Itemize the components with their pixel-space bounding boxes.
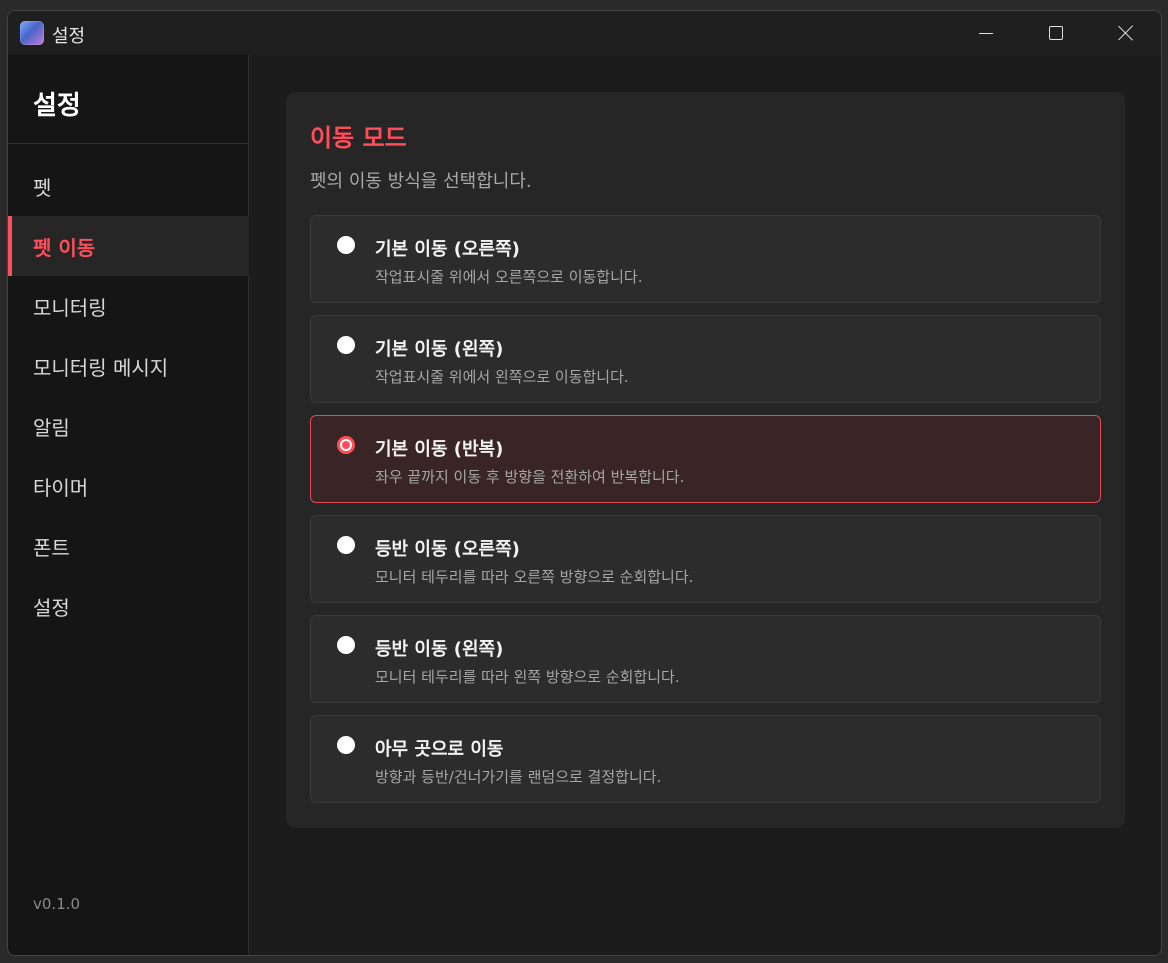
- sidebar-item-notifications[interactable]: 알림: [8, 396, 249, 456]
- option-description: 좌우 끝까지 이동 후 방향을 전환하여 반복합니다.: [375, 468, 685, 486]
- radio-button[interactable]: [337, 236, 355, 254]
- radio-button[interactable]: [337, 336, 355, 354]
- sidebar-item-pet-movement[interactable]: 펫 이동: [8, 216, 249, 276]
- option-basic-left[interactable]: 기본 이동 (왼쪽) 작업표시줄 위에서 왼쪽으로 이동합니다.: [310, 315, 1101, 403]
- settings-window: 설정 설정 펫 펫 이동 모니터링 모니터링 메시지 알림 타이머 폰트 설정 …: [7, 10, 1162, 956]
- option-basic-repeat[interactable]: 기본 이동 (반복) 좌우 끝까지 이동 후 방향을 전환하여 반복합니다.: [310, 415, 1101, 503]
- option-label: 기본 이동 (오른쪽): [375, 239, 520, 260]
- sidebar-item-monitoring-message[interactable]: 모니터링 메시지: [8, 336, 249, 396]
- option-description: 방향과 등반/건너가기를 랜덤으로 결정합니다.: [375, 768, 662, 786]
- radio-button[interactable]: [337, 736, 355, 754]
- option-basic-right[interactable]: 기본 이동 (오른쪽) 작업표시줄 위에서 오른쪽으로 이동합니다.: [310, 215, 1101, 303]
- sidebar-item-timer[interactable]: 타이머: [8, 456, 249, 516]
- radio-button-selected[interactable]: [337, 436, 355, 454]
- title-bar[interactable]: 설정: [8, 11, 1161, 55]
- window-title: 설정: [52, 26, 86, 47]
- sidebar-divider: [8, 143, 249, 144]
- option-description: 모니터 테두리를 따라 왼쪽 방향으로 순회합니다.: [375, 668, 680, 686]
- radio-button[interactable]: [337, 536, 355, 554]
- section-description: 펫의 이동 방식을 선택합니다.: [310, 171, 532, 192]
- sidebar-title: 설정: [33, 91, 81, 121]
- option-description: 작업표시줄 위에서 오른쪽으로 이동합니다.: [375, 268, 643, 286]
- sidebar-item-font[interactable]: 폰트: [8, 516, 249, 576]
- movement-mode-card: 이동 모드 펫의 이동 방식을 선택합니다. 기본 이동 (오른쪽) 작업표시줄…: [286, 92, 1125, 828]
- sidebar: 설정 펫 펫 이동 모니터링 모니터링 메시지 알림 타이머 폰트 설정 v0.…: [8, 55, 249, 955]
- option-climb-right[interactable]: 등반 이동 (오른쪽) 모니터 테두리를 따라 오른쪽 방향으로 순회합니다.: [310, 515, 1101, 603]
- minimize-button[interactable]: [951, 11, 1021, 55]
- sidebar-item-settings[interactable]: 설정: [8, 576, 249, 636]
- radio-button[interactable]: [337, 636, 355, 654]
- app-icon: [20, 21, 44, 45]
- maximize-button[interactable]: [1021, 11, 1091, 55]
- sidebar-item-pet[interactable]: 펫: [8, 156, 249, 216]
- version-label: v0.1.0: [33, 895, 81, 913]
- sidebar-nav: 펫 펫 이동 모니터링 모니터링 메시지 알림 타이머 폰트 설정: [8, 156, 249, 636]
- option-climb-left[interactable]: 등반 이동 (왼쪽) 모니터 테두리를 따라 왼쪽 방향으로 순회합니다.: [310, 615, 1101, 703]
- close-button[interactable]: [1091, 11, 1161, 55]
- option-label: 등반 이동 (왼쪽): [375, 639, 504, 660]
- section-title: 이동 모드: [310, 124, 407, 152]
- close-icon: [1118, 25, 1134, 41]
- maximize-icon: [1049, 26, 1063, 40]
- option-label: 아무 곳으로 이동: [375, 739, 504, 760]
- main-content: 이동 모드 펫의 이동 방식을 선택합니다. 기본 이동 (오른쪽) 작업표시줄…: [250, 55, 1161, 955]
- minimize-icon: [979, 32, 993, 34]
- option-label: 기본 이동 (왼쪽): [375, 339, 504, 360]
- option-description: 작업표시줄 위에서 왼쪽으로 이동합니다.: [375, 368, 629, 386]
- sidebar-item-monitoring[interactable]: 모니터링: [8, 276, 249, 336]
- option-label: 기본 이동 (반복): [375, 439, 504, 460]
- option-random[interactable]: 아무 곳으로 이동 방향과 등반/건너가기를 랜덤으로 결정합니다.: [310, 715, 1101, 803]
- option-label: 등반 이동 (오른쪽): [375, 539, 520, 560]
- option-description: 모니터 테두리를 따라 오른쪽 방향으로 순회합니다.: [375, 568, 694, 586]
